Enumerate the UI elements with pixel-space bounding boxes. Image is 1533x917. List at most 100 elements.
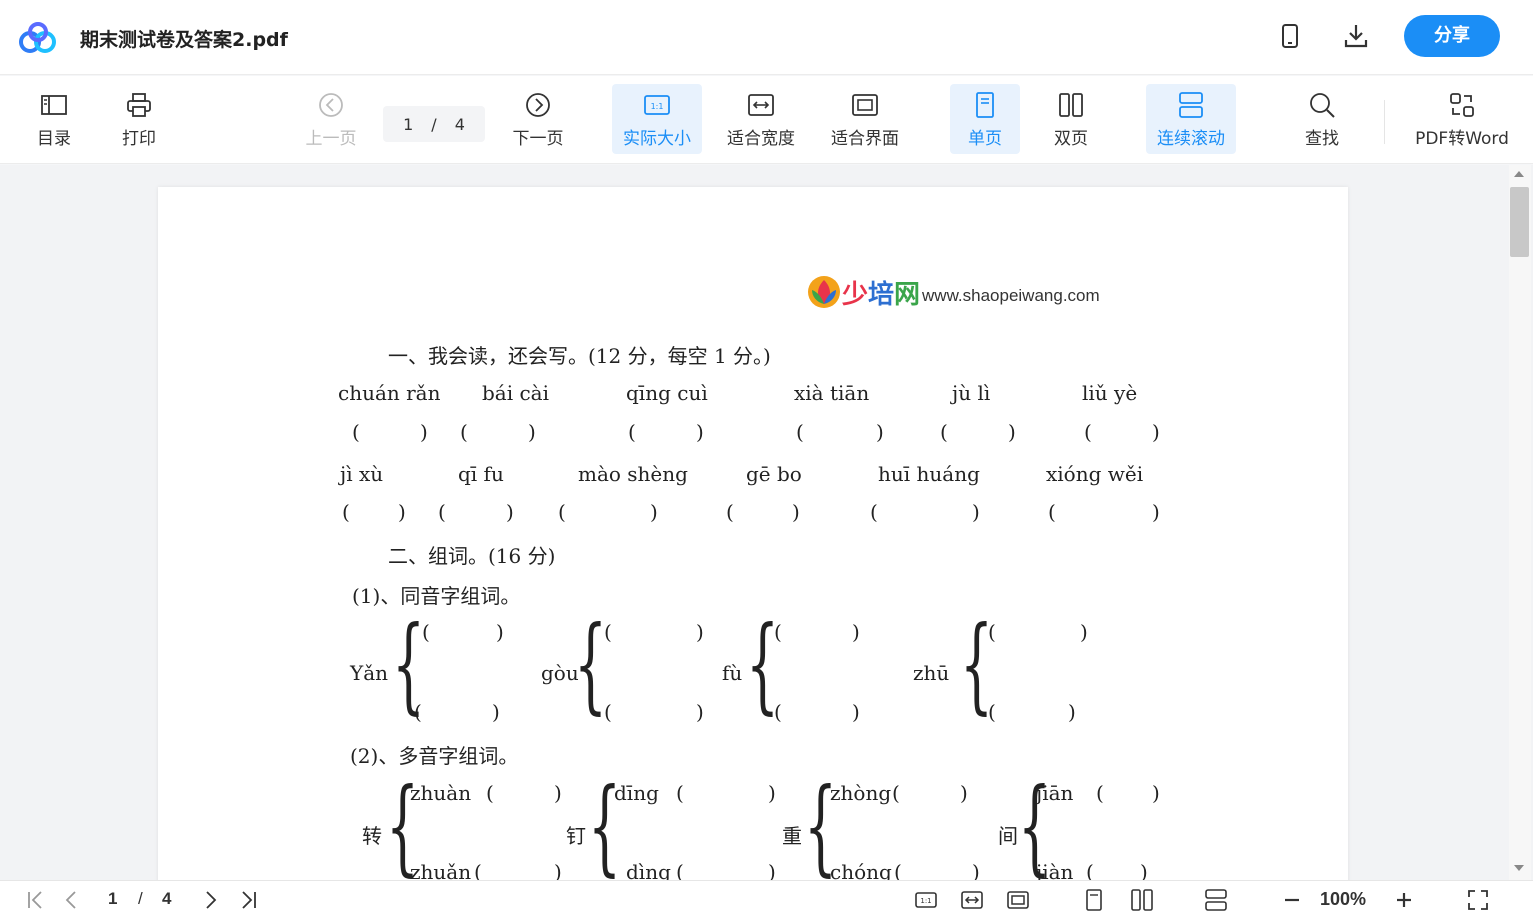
pdf-to-word-label: PDF转Word — [1415, 128, 1509, 149]
bottom-bar: 1 / 4 1:1 100% — [0, 880, 1533, 917]
search-icon — [1310, 92, 1335, 118]
polyphone-char: 间 — [998, 824, 1018, 848]
brand-watermark: 少培网 www.shaopeiwang.com — [806, 272, 1100, 312]
next-page-button[interactable]: 下一页 — [502, 84, 574, 154]
answer-open-paren: ( — [628, 420, 636, 444]
share-button[interactable]: 分享 — [1404, 15, 1500, 57]
fit-page-icon — [852, 93, 878, 116]
answer-close-paren: ) — [960, 781, 968, 805]
double-page-label: 双页 — [1054, 128, 1088, 149]
scrollbar-track[interactable] — [1509, 165, 1531, 880]
continuous-scroll-button[interactable]: 连续滚动 — [1146, 84, 1236, 154]
answer-close-paren: ) — [496, 620, 504, 644]
homophone-pinyin: Yǎn — [350, 661, 389, 685]
scrollbar-thumb[interactable] — [1510, 187, 1529, 257]
answer-open-paren: ( — [1084, 420, 1092, 444]
answer-open-paren: ( — [422, 620, 430, 644]
next-page-label: 下一页 — [512, 128, 564, 149]
actual-size-button[interactable]: 1:1 实际大小 — [612, 84, 702, 154]
page-indicator[interactable]: 1 / 4 — [383, 106, 485, 142]
answer-close-paren: ) — [852, 700, 860, 724]
section-2-heading: 二、组词。(16 分) — [388, 544, 556, 568]
answer-open-paren: ( — [352, 420, 360, 444]
pinyin-item: qī fu — [458, 462, 504, 486]
pinyin-item: xià tiān — [794, 381, 870, 405]
fit-page-icon[interactable] — [1006, 888, 1030, 912]
answer-open-paren: ( — [774, 620, 782, 644]
brand-name: 少培网 — [842, 279, 921, 310]
answer-close-paren: ) — [792, 500, 800, 524]
polyphone-char: 转 — [362, 824, 382, 848]
continuous-scroll-label: 连续滚动 — [1157, 128, 1225, 149]
answer-open-paren: ( — [460, 420, 468, 444]
single-page-label: 单页 — [968, 128, 1002, 149]
polyphone-pinyin-top: zhuàn — [410, 781, 472, 805]
page-current: 1 — [403, 114, 414, 134]
answer-open-paren: ( — [604, 620, 612, 644]
last-page-icon[interactable] — [236, 888, 260, 912]
answer-close-paren: ) — [852, 620, 860, 644]
answer-close-paren: ) — [554, 781, 562, 805]
pinyin-item: qīng cuì — [626, 381, 708, 405]
svg-text:1:1: 1:1 — [651, 102, 664, 111]
scroll-up-icon[interactable] — [1514, 171, 1524, 177]
continuous-scroll-icon[interactable] — [1204, 888, 1228, 912]
double-page-icon — [1059, 92, 1083, 117]
answer-open-paren: ( — [1048, 500, 1056, 524]
answer-open-paren: ( — [414, 700, 422, 724]
toc-icon — [41, 94, 67, 115]
fit-page-button[interactable]: 适合界面 — [820, 84, 910, 154]
zoom-in-icon[interactable] — [1392, 888, 1416, 912]
continuous-scroll-icon — [1179, 91, 1203, 118]
single-page-icon — [976, 91, 994, 118]
fit-width-button[interactable]: 适合宽度 — [716, 84, 806, 154]
answer-open-paren: ( — [796, 420, 804, 444]
chevron-left-circle-icon — [319, 92, 343, 117]
actual-size-icon[interactable]: 1:1 — [914, 888, 938, 912]
subsection-homophones: (1)、同音字组词。 — [352, 584, 521, 608]
fullscreen-icon[interactable] — [1466, 888, 1490, 912]
answer-close-paren: ) — [1152, 420, 1160, 444]
answer-open-paren: ( — [988, 620, 996, 644]
search-button[interactable]: 查找 — [1290, 84, 1354, 154]
single-page-icon[interactable] — [1082, 888, 1106, 912]
section-1-heading: 一、我会读，还会写。(12 分，每空 1 分。) — [388, 344, 771, 368]
toc-button[interactable]: 目录 — [24, 84, 84, 154]
document-viewer[interactable] — [0, 165, 1533, 880]
answer-open-paren: ( — [438, 500, 446, 524]
next-page-icon[interactable] — [198, 888, 222, 912]
answer-close-paren: ) — [696, 420, 704, 444]
single-page-button[interactable]: 单页 — [950, 84, 1020, 154]
fit-page-label: 适合界面 — [831, 128, 899, 149]
chevron-right-circle-icon — [526, 92, 550, 117]
bottom-page-current[interactable]: 1 — [108, 889, 117, 909]
answer-open-paren: ( — [342, 500, 350, 524]
answer-close-paren: ) — [1008, 420, 1016, 444]
printer-icon — [127, 92, 151, 117]
double-page-button[interactable]: 双页 — [1036, 84, 1106, 154]
zoom-out-icon[interactable] — [1280, 888, 1304, 912]
pinyin-item: chuán rǎn — [338, 381, 441, 405]
scroll-down-icon[interactable] — [1514, 865, 1524, 871]
pinyin-item: mào shèng — [578, 462, 688, 486]
answer-close-paren: ) — [768, 781, 776, 805]
prev-page-button[interactable]: 上一页 — [296, 84, 366, 154]
polyphone-pinyin-top: jiān — [1036, 781, 1074, 805]
phone-icon[interactable] — [1276, 22, 1304, 50]
answer-close-paren: ) — [1068, 700, 1076, 724]
answer-close-paren: ) — [528, 420, 536, 444]
bottom-page-separator: / — [138, 889, 143, 908]
double-page-icon[interactable] — [1130, 888, 1154, 912]
answer-open-paren: ( — [558, 500, 566, 524]
first-page-icon[interactable] — [24, 888, 48, 912]
zoom-level[interactable]: 100% — [1320, 889, 1366, 910]
answer-open-paren: ( — [1096, 781, 1104, 805]
subsection-polyphones: (2)、多音字组词。 — [350, 744, 519, 768]
download-icon[interactable] — [1342, 22, 1370, 50]
prev-page-icon[interactable] — [60, 888, 84, 912]
pinyin-item: gē bo — [746, 462, 802, 486]
homophone-pinyin: fù — [722, 661, 743, 685]
print-button[interactable]: 打印 — [108, 84, 170, 154]
fit-width-icon[interactable] — [960, 888, 984, 912]
pdf-to-word-button[interactable]: PDF转Word — [1408, 84, 1516, 154]
